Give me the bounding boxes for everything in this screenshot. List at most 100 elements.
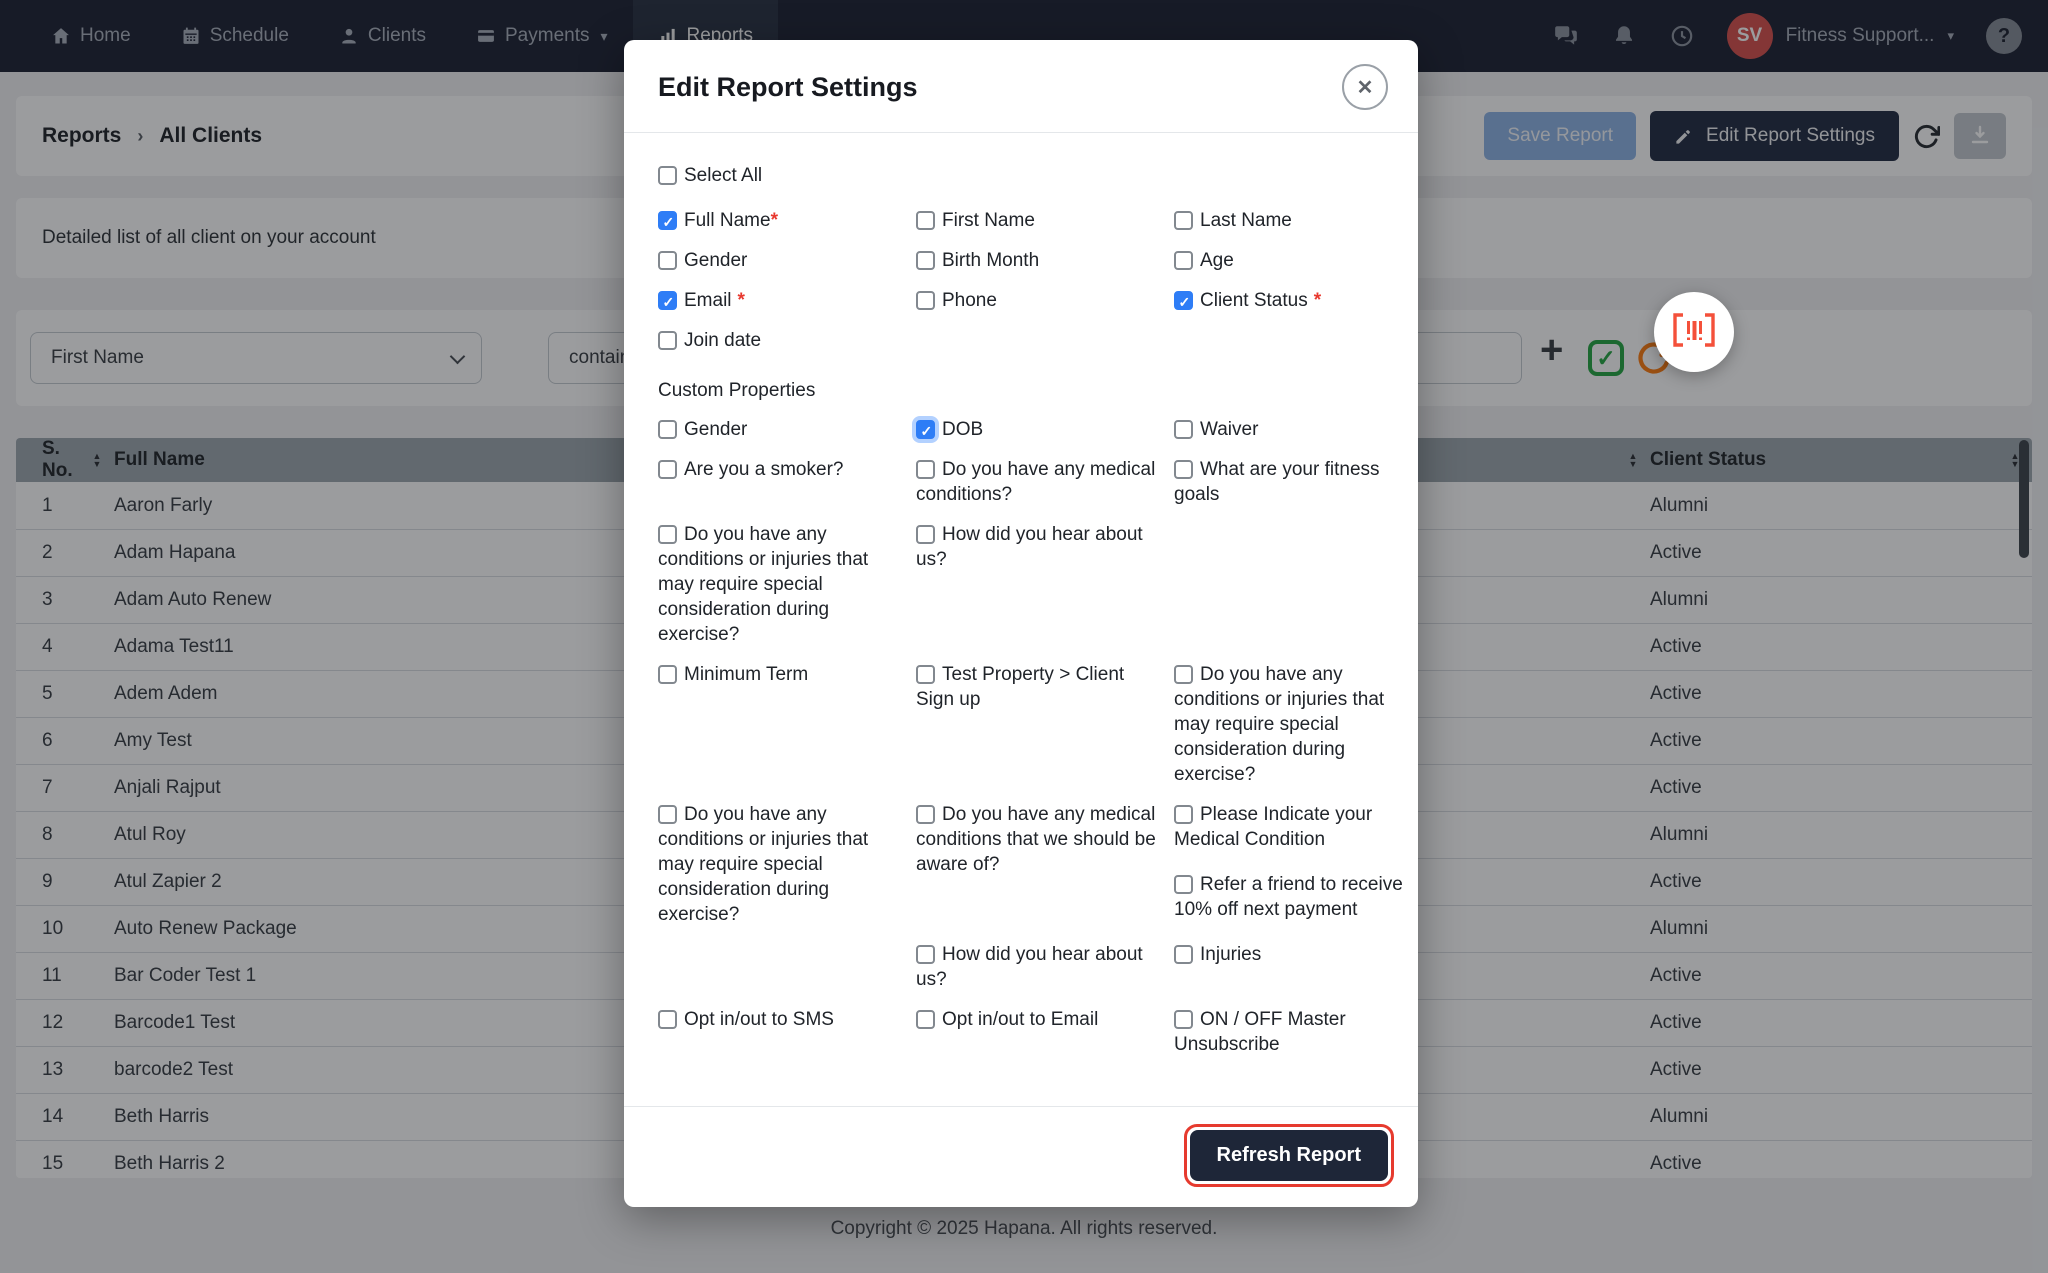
checkbox-cell: Do you have any medical conditions? [916,457,1166,507]
checkbox-label: Do you have any conditions or injuries t… [1174,664,1384,785]
checkbox-on-off-master-unsubscribe[interactable]: ON / OFF Master Unsubscribe [1174,1007,1414,1057]
checkbox-unchecked-icon[interactable] [1174,805,1193,824]
checkbox-birth-month[interactable]: Birth Month [916,248,1166,273]
checkbox-do-you-have-any-conditions-or-injuries-tha[interactable]: Do you have any conditions or injuries t… [658,802,908,927]
barcode-scan-button[interactable] [1654,292,1734,372]
checkbox-do-you-have-any-conditions-or-injuries-tha[interactable]: Do you have any conditions or injuries t… [658,522,908,647]
checkbox-unchecked-icon[interactable] [1174,1010,1193,1029]
checkbox-cell: Gender [658,248,908,273]
checkbox-last-name[interactable]: Last Name [1174,208,1414,233]
checkbox-are-you-a-smoker[interactable]: Are you a smoker? [658,457,908,482]
checkbox-join-date[interactable]: Join date [658,328,908,353]
checkbox-cell: Gender [658,417,908,442]
checkbox-opt-in-out-to-sms[interactable]: Opt in/out to SMS [658,1007,908,1032]
checkbox-label: Waiver [1200,419,1258,440]
checkbox-unchecked-icon[interactable] [1174,251,1193,270]
checkbox-label: Client Status [1200,290,1308,311]
checkbox-unchecked-icon[interactable] [916,525,935,544]
modal-body: Select All Full Name* First Name Last Name… [624,133,1418,1106]
checkbox-unchecked-icon[interactable] [1174,420,1193,439]
checkbox-unchecked-icon[interactable] [658,460,677,479]
checkbox-label: Gender [684,419,747,440]
modal-header: Edit Report Settings ✕ [624,40,1418,133]
checkbox-unchecked-icon[interactable] [916,1010,935,1029]
checkbox-cell [916,328,1166,353]
checkbox-unchecked-icon[interactable] [916,805,935,824]
checkbox-unchecked-icon[interactable] [1174,945,1193,964]
checkbox-first-name[interactable]: First Name [916,208,1166,233]
checkbox-cell: How did you hear about us? [916,942,1166,992]
checkbox-label: Age [1200,250,1234,271]
checkbox-cell: Do you have any conditions or injuries t… [658,802,908,927]
checkbox-cell [1174,522,1414,647]
checkbox-cell: Test Property > Client Sign up [916,662,1166,787]
checkbox-label: Last Name [1200,210,1292,231]
checkbox-do-you-have-any-medical-conditions[interactable]: Do you have any medical conditions? [916,457,1166,507]
checkbox-gender[interactable]: Gender [658,248,908,273]
checkbox-gender[interactable]: Gender [658,417,908,442]
checkbox-how-did-you-hear-about-us[interactable]: How did you hear about us? [916,942,1166,992]
checkbox-waiver[interactable]: Waiver [1174,417,1414,442]
checkbox-unchecked-icon[interactable] [916,251,935,270]
checkbox-unchecked-icon[interactable] [658,525,677,544]
checkbox-label: Phone [942,290,997,311]
checkbox-cell [1174,328,1414,353]
checkbox-minimum-term[interactable]: Minimum Term [658,662,908,687]
checkbox-unchecked-icon[interactable] [916,665,935,684]
checkbox-checked-icon[interactable] [916,420,935,439]
checkbox-unchecked-icon[interactable] [658,420,677,439]
checkbox-label: Opt in/out to Email [942,1009,1098,1030]
checkbox-age[interactable]: Age [1174,248,1414,273]
checkbox-label: Do you have any medical conditions? [916,459,1155,505]
required-asterisk: * [1314,290,1321,311]
checkbox-unchecked-icon[interactable] [658,805,677,824]
checkbox-dob[interactable]: DOB [916,417,1166,442]
checkbox-cell: ON / OFF Master Unsubscribe [1174,1007,1414,1057]
checkbox-label: Injuries [1200,944,1261,965]
checkbox-checked-icon[interactable] [658,211,677,230]
checkbox-select-all[interactable]: Select All [658,163,1384,188]
close-button[interactable]: ✕ [1342,64,1388,110]
checkbox-how-did-you-hear-about-us[interactable]: How did you hear about us? [916,522,1166,572]
checkbox-what-are-your-fitness-goals[interactable]: What are your fitness goals [1174,457,1414,507]
checkbox-opt-in-out-to-email[interactable]: Opt in/out to Email [916,1007,1166,1032]
checkbox-unchecked-icon[interactable] [658,331,677,350]
checkbox-unchecked-icon[interactable] [1174,460,1193,479]
checkbox-cell: Do you have any conditions or injuries t… [1174,662,1414,787]
checkbox-cell: Email* [658,288,908,313]
checkbox-cell: Injuries [1174,942,1414,992]
checkbox-cell: Birth Month [916,248,1166,273]
checkbox-unchecked-icon[interactable] [658,251,677,270]
checkbox-full-name[interactable]: Full Name* [658,208,908,233]
checkbox-label: Are you a smoker? [684,459,843,480]
checkbox-unchecked-icon[interactable] [916,945,935,964]
checkbox-unchecked-icon[interactable] [916,211,935,230]
checkbox-cell: Do you have any medical conditions that … [916,802,1166,927]
checkbox-please-indicate-your-medical-condition[interactable]: Please Indicate your Medical Condition [1174,802,1414,852]
close-icon: ✕ [1357,75,1374,100]
checkbox-unchecked-icon[interactable] [916,291,935,310]
checkbox-label: How did you hear about us? [916,944,1143,990]
checkbox-unchecked-icon[interactable] [1174,665,1193,684]
checkbox-unchecked-icon[interactable] [658,665,677,684]
checkbox-unchecked-icon[interactable] [658,166,677,185]
checkbox-cell: Do you have any conditions or injuries t… [658,522,908,647]
checkbox-label: DOB [942,419,983,440]
checkbox-phone[interactable]: Phone [916,288,1166,313]
checkbox-do-you-have-any-conditions-or-injuries-tha[interactable]: Do you have any conditions or injuries t… [1174,662,1414,787]
checkbox-unchecked-icon[interactable] [1174,211,1193,230]
required-asterisk: * [738,290,745,311]
checkbox-refer-a-friend-to-receive-10-off-next-paym[interactable]: Refer a friend to receive 10% off next p… [1174,872,1414,922]
checkbox-do-you-have-any-medical-conditions-that-we[interactable]: Do you have any medical conditions that … [916,802,1166,877]
checkbox-test-property-client-sign-up[interactable]: Test Property > Client Sign up [916,662,1166,712]
checkbox-injuries[interactable]: Injuries [1174,942,1414,967]
checkbox-unchecked-icon[interactable] [916,460,935,479]
checkbox-unchecked-icon[interactable] [658,1010,677,1029]
checkbox-unchecked-icon[interactable] [1174,875,1193,894]
checkbox-checked-icon[interactable] [1174,291,1193,310]
refresh-report-button[interactable]: Refresh Report [1190,1130,1388,1181]
checkbox-client-status[interactable]: Client Status * [1174,288,1414,313]
checkbox-email[interactable]: Email* [658,288,908,313]
checkbox-checked-icon[interactable] [658,291,677,310]
checkbox-cell: Opt in/out to Email [916,1007,1166,1057]
